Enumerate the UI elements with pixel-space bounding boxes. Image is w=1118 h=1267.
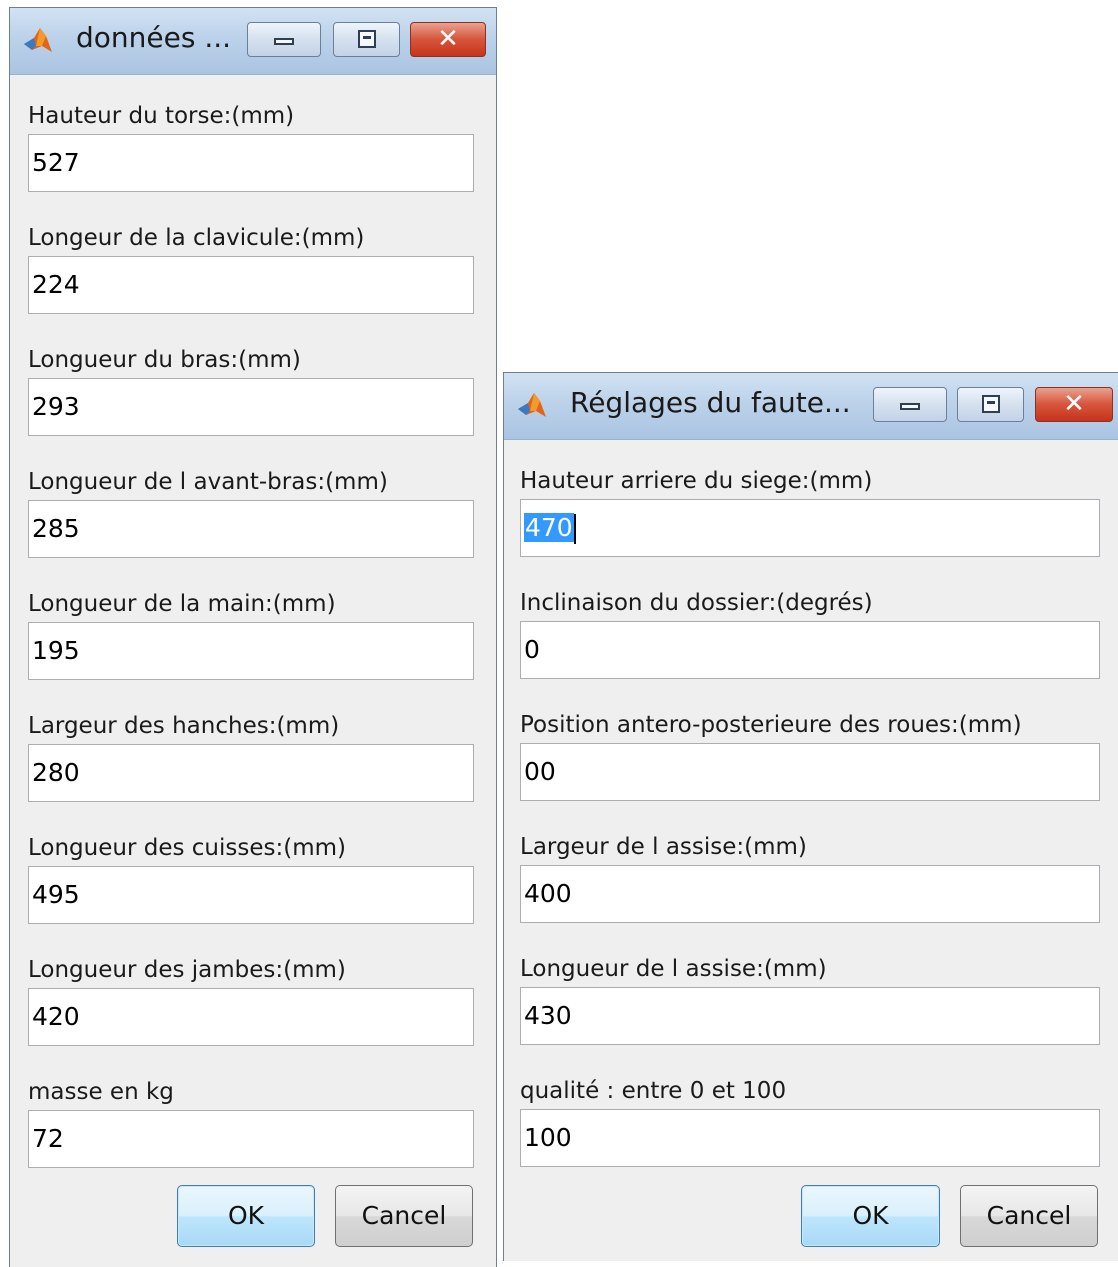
field-input[interactable]: 420 [28, 988, 474, 1046]
field-input[interactable]: 0 [520, 621, 1100, 679]
title-bar[interactable]: données ... ✕ [10, 8, 496, 75]
field-label: Largeur de l assise:(mm) [520, 834, 807, 860]
maximize-icon [981, 395, 1000, 413]
field-label: Position antero-posterieure des roues:(m… [520, 712, 1022, 738]
donnees-dialog: données ... ✕ Hauteur du torse:(mm) 527 … [9, 7, 497, 1267]
field-input[interactable]: 527 [28, 134, 474, 192]
matlab-logo-icon [22, 24, 54, 56]
maximize-button[interactable] [333, 22, 400, 57]
field-label: Longueur de l avant-bras:(mm) [28, 469, 388, 495]
field-label: Longueur de l assise:(mm) [520, 956, 827, 982]
selected-text: 470 [524, 513, 574, 542]
close-button[interactable]: ✕ [1035, 387, 1113, 422]
close-icon: ✕ [1063, 389, 1085, 419]
field-input[interactable]: 00 [520, 743, 1100, 801]
field-label: Longueur du bras:(mm) [28, 347, 301, 373]
reglages-fauteuil-dialog: Réglages du faute... ✕ Hauteur arriere d… [503, 372, 1118, 1261]
field-label: Longueur des cuisses:(mm) [28, 835, 346, 861]
minimize-button[interactable] [247, 22, 321, 57]
field-label: Longueur de la main:(mm) [28, 591, 336, 617]
text-caret [573, 514, 576, 544]
field-input[interactable]: 100 [520, 1109, 1100, 1167]
maximize-button[interactable] [957, 387, 1024, 422]
close-button[interactable]: ✕ [410, 22, 486, 57]
field-label: Inclinaison du dossier:(degrés) [520, 590, 873, 616]
close-icon: ✕ [437, 24, 459, 54]
field-input[interactable]: 280 [28, 744, 474, 802]
cancel-button[interactable]: Cancel [960, 1185, 1098, 1247]
field-label: Longeur de la clavicule:(mm) [28, 225, 365, 251]
field-label: masse en kg [28, 1079, 174, 1105]
window-title: Réglages du faute... [570, 386, 851, 419]
field-label: Longueur des jambes:(mm) [28, 957, 346, 983]
field-input[interactable]: 224 [28, 256, 474, 314]
field-input[interactable]: 285 [28, 500, 474, 558]
field-input[interactable]: 293 [28, 378, 474, 436]
minimize-icon [274, 38, 294, 45]
minimize-icon [900, 403, 920, 410]
field-label: Hauteur arriere du siege:(mm) [520, 468, 873, 494]
field-input[interactable]: 470 [520, 499, 1100, 557]
field-label: qualité : entre 0 et 100 [520, 1078, 787, 1104]
title-bar[interactable]: Réglages du faute... ✕ [504, 373, 1118, 440]
ok-button[interactable]: OK [177, 1185, 315, 1247]
window-title: données ... [76, 21, 232, 54]
field-input[interactable]: 72 [28, 1110, 474, 1168]
field-input[interactable]: 430 [520, 987, 1100, 1045]
matlab-logo-icon [516, 389, 548, 421]
field-input[interactable]: 495 [28, 866, 474, 924]
cancel-button[interactable]: Cancel [335, 1185, 473, 1247]
ok-button[interactable]: OK [801, 1185, 940, 1247]
minimize-button[interactable] [873, 387, 947, 422]
field-label: Largeur des hanches:(mm) [28, 713, 340, 739]
field-input[interactable]: 400 [520, 865, 1100, 923]
field-label: Hauteur du torse:(mm) [28, 103, 295, 129]
maximize-icon [357, 30, 376, 48]
field-input[interactable]: 195 [28, 622, 474, 680]
